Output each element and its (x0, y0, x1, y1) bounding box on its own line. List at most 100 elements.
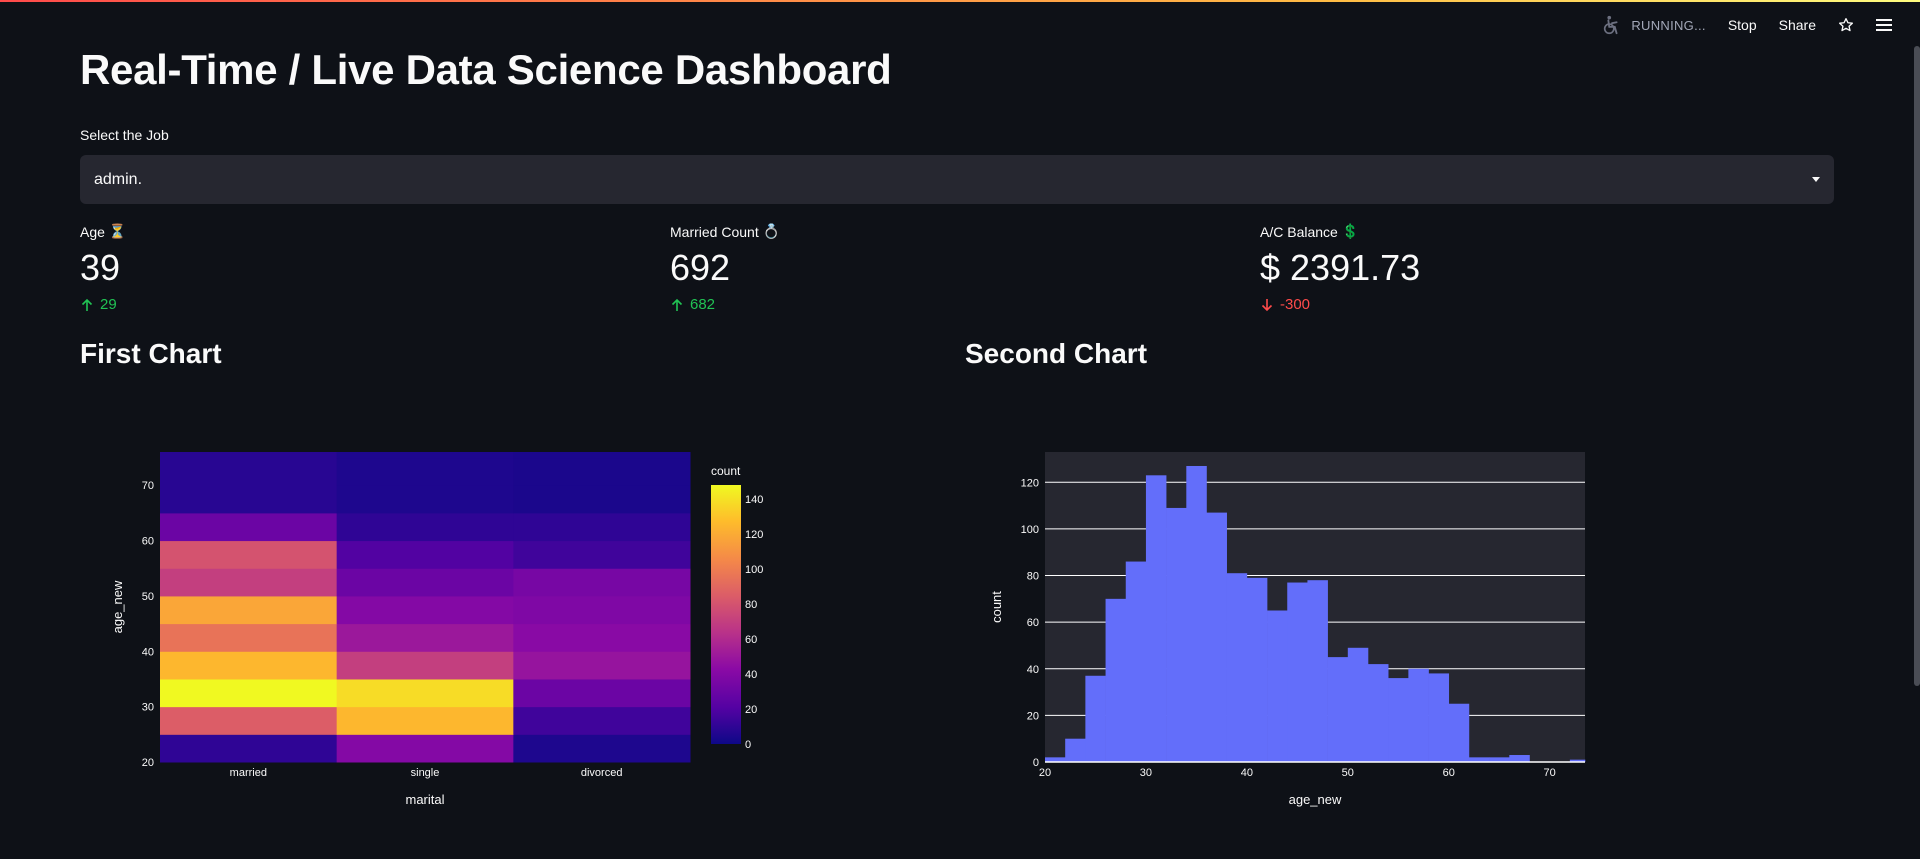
histogram-bar (1428, 673, 1450, 762)
metric-label: Married Count 💍 (670, 223, 780, 240)
histogram-bar (1509, 755, 1530, 762)
heatmap-cell (336, 540, 514, 569)
heatmap-y-tick-label: 20 (142, 757, 154, 769)
metric-label-text: A/C Balance (1260, 223, 1338, 240)
histogram-bar (1287, 582, 1308, 762)
job-select-label: Select the Job (80, 127, 169, 143)
heatmap-cell (513, 706, 691, 735)
histogram-y-tick-label: 100 (1021, 524, 1039, 536)
heatmap-cell (513, 540, 691, 569)
heatmap-cell (160, 485, 338, 514)
stop-button[interactable]: Stop (1728, 17, 1757, 33)
heatmap-cell (513, 512, 691, 542)
heatmap-cell (513, 595, 691, 625)
heatmap-cell (160, 678, 338, 708)
job-select-value: admin. (94, 170, 143, 188)
histogram-bar (1388, 678, 1409, 762)
star-button[interactable] (1838, 17, 1854, 33)
histogram-bar (1065, 738, 1086, 762)
dollar-icon: 💲 (1341, 223, 1360, 239)
histogram-bar (1186, 465, 1207, 762)
second-chart-histogram[interactable]: 02040608010012020 30 40 50 60 70age_newcount (965, 400, 1625, 820)
running-person-icon (1604, 15, 1618, 35)
histogram-y-tick-label: 60 (1027, 617, 1039, 629)
histogram-y-tick-label: 20 (1027, 710, 1039, 722)
second-chart-title: Second Chart (965, 338, 1148, 369)
share-button[interactable]: Share (1779, 17, 1816, 33)
histogram-bar (1367, 664, 1389, 762)
progress-decoration-line (0, 0, 1920, 2)
histogram-bar (1448, 703, 1470, 762)
heatmap-cell (160, 651, 338, 680)
heatmap-cell (160, 623, 338, 652)
metric-value: 39 (80, 247, 121, 288)
heatmap-x-tick-label: single (411, 767, 440, 779)
histogram-bar (1267, 610, 1288, 762)
metric-value: 692 (670, 247, 731, 288)
job-select[interactable]: admin. (80, 155, 1834, 204)
arrow-up-icon (671, 298, 683, 311)
heatmap-x-axis-title: marital (405, 792, 444, 807)
histogram-x-tick-label: 30 (1140, 767, 1152, 779)
heatmap-cell (513, 734, 691, 763)
page-scrollbar[interactable] (1914, 46, 1920, 686)
hamburger-menu-icon (1876, 19, 1892, 31)
heatmap-cell (336, 651, 514, 680)
metric-label: A/C Balance 💲 (1260, 223, 1420, 240)
heatmap-cell (160, 595, 338, 625)
heatmap-cell (513, 485, 691, 514)
metric-label-text: Married Count (670, 223, 759, 240)
metric-delta-value: -300 (1280, 296, 1311, 313)
hourglass-icon: ⏳ (108, 223, 127, 239)
histogram-bar (1307, 580, 1328, 762)
histogram-x-tick-label: 70 (1544, 767, 1556, 779)
arrow-down-icon (1261, 298, 1273, 311)
ring-icon: 💍 (762, 223, 781, 239)
heatmap-y-tick-label: 40 (142, 646, 154, 658)
colorbar (711, 485, 741, 744)
metric-delta: 29 (80, 296, 126, 313)
heatmap-cell (513, 457, 691, 486)
running-status: RUNNING... (1601, 14, 1706, 36)
heatmap-cell (336, 457, 514, 486)
main-menu-button[interactable] (1876, 18, 1892, 32)
chevron-down-icon (1812, 177, 1820, 182)
metric-label-text: Age (80, 223, 105, 240)
running-status-text: RUNNING... (1631, 17, 1706, 33)
heatmap-cell (160, 540, 338, 569)
heatmap-y-tick-label: 50 (142, 591, 154, 603)
metric-label: Age ⏳ (80, 223, 126, 240)
first-chart-heatmap[interactable]: 20 30 40 50 60 70 married single divorced marital… (80, 400, 820, 820)
heatmap-cell (336, 706, 514, 735)
page-title: Real-Time / Live Data Science Dashboard (80, 46, 892, 93)
heatmap-cell (160, 568, 338, 597)
heatmap-y-tick-label: 70 (142, 480, 154, 492)
metric-ac-balance: A/C Balance 💲 $ 2391.73 -300 (1260, 223, 1420, 313)
histogram-bar (1226, 573, 1248, 762)
heatmap-x-tick-label: divorced (581, 767, 623, 779)
star-icon (1839, 18, 1853, 32)
colorbar-tick-label: 140 (745, 494, 763, 506)
colorbar-tick-label: 120 (745, 529, 763, 541)
first-chart-title: First Chart (80, 338, 222, 369)
histogram-bar (1347, 647, 1369, 762)
histogram-bar (1125, 561, 1147, 762)
histogram-bar (1408, 668, 1429, 762)
colorbar-tick-label: 80 (745, 599, 757, 611)
heatmap-y-axis-title: age_new (110, 580, 125, 633)
metric-value: $ 2391.73 (1260, 247, 1421, 288)
heatmap-cell (336, 452, 514, 459)
metric-delta-value: 682 (690, 296, 716, 313)
heatmap-cell (336, 734, 514, 763)
heatmap-cell (160, 734, 338, 763)
colorbar-tick-label: 20 (745, 704, 757, 716)
histogram-x-tick-label: 20 (1039, 767, 1051, 779)
heatmap-cell (336, 512, 514, 542)
heatmap-cell (513, 678, 691, 708)
colorbar-title: count (711, 464, 741, 478)
heatmap-cell (160, 457, 338, 486)
metric-delta: -300 (1260, 296, 1420, 313)
metric-delta-value: 29 (100, 296, 117, 313)
colorbar-tick-label: 0 (745, 739, 751, 751)
histogram-x-axis-title: age_new (1289, 792, 1342, 807)
